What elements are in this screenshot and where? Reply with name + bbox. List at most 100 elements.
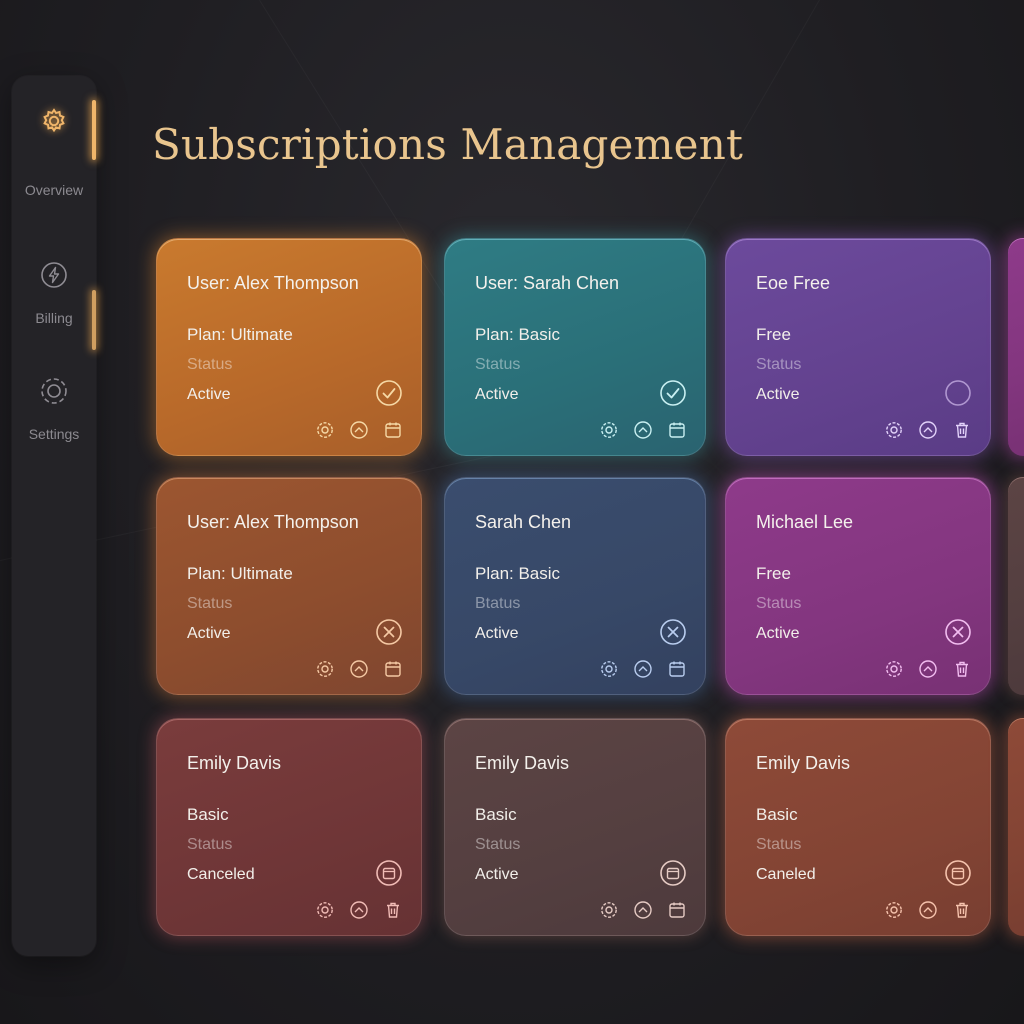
card-plan: Plan: Basic [475,564,561,583]
subscription-card-partial[interactable] [1008,477,1024,695]
x-icon[interactable] [375,618,403,646]
status-label: Status [756,595,802,612]
status-label: Status [475,356,521,373]
card-actions [599,420,687,440]
gear-icon [39,106,69,136]
card-plan: Free [756,564,791,583]
upgrade-icon[interactable] [918,900,938,920]
card-actions [599,900,687,920]
status-label: Status [756,836,802,853]
status-value: Active [475,866,519,883]
calendar-icon[interactable] [375,859,403,887]
subscription-card[interactable]: User: Alex Thompson Plan: Ultimate Statu… [156,238,422,456]
settings-icon[interactable] [884,900,904,920]
calendar-icon[interactable] [667,900,687,920]
card-title: Emily Davis [187,753,282,773]
status-value: Active [475,386,519,403]
settings-icon[interactable] [315,900,335,920]
sidebar-item-label: Billing [35,310,73,326]
calendar-icon[interactable] [667,420,687,440]
card-actions [315,659,403,679]
upgrade-icon[interactable] [349,659,369,679]
subscription-card[interactable]: Eoe Free Free Status Active [725,238,991,456]
trash-icon[interactable] [952,900,972,920]
page-title: Subscriptions Management [152,120,744,169]
settings-icon[interactable] [884,659,904,679]
status-label: Btatus [475,595,521,612]
card-plan: Plan: Basic [475,325,561,344]
card-title: User: Alex Thompson [187,512,359,532]
subscription-card[interactable]: Emily Davis Basic Status Caneled [725,718,991,936]
empty-circle-icon[interactable] [944,379,972,407]
card-actions [884,659,972,679]
calendar-icon[interactable] [667,659,687,679]
sidebar-item-settings[interactable]: Settings [12,376,96,442]
status-value: Active [187,386,231,403]
calendar-icon[interactable] [659,859,687,887]
upgrade-icon[interactable] [633,900,653,920]
subscription-card[interactable]: User: Sarah Chen Plan: Basic Status Acti… [444,238,706,456]
sidebar-item-billing[interactable]: Billing [12,260,96,326]
settings-cog-icon [39,376,69,406]
settings-icon[interactable] [599,420,619,440]
subscription-card[interactable]: Sarah Chen Plan: Basic Btatus Active [444,477,706,695]
status-label: Status [756,356,802,373]
card-actions [599,659,687,679]
card-actions [884,420,972,440]
upgrade-icon[interactable] [918,420,938,440]
settings-icon[interactable] [599,659,619,679]
settings-icon[interactable] [315,659,335,679]
card-title: Emily Davis [756,753,851,773]
status-value: Active [756,386,800,403]
status-value: Active [187,625,231,642]
settings-icon[interactable] [315,420,335,440]
x-icon[interactable] [659,618,687,646]
card-actions [315,420,403,440]
settings-icon[interactable] [599,900,619,920]
subscription-card[interactable]: Emily Davis Basic Status Canceled [156,718,422,936]
lightning-icon [39,260,69,290]
sidebar-item-overview[interactable]: Overview [12,106,96,198]
trash-icon[interactable] [952,420,972,440]
status-value: Active [756,625,800,642]
settings-icon[interactable] [884,420,904,440]
card-title: Michael Lee [756,512,854,532]
card-plan: Basic [475,805,517,824]
check-icon[interactable] [659,379,687,407]
calendar-icon[interactable] [383,659,403,679]
upgrade-icon[interactable] [633,659,653,679]
subscription-card-partial[interactable] [1008,718,1024,936]
trash-icon[interactable] [383,900,403,920]
subscription-card[interactable]: User: Alex Thompson Plan: Ultimate Statu… [156,477,422,695]
calendar-icon[interactable] [944,859,972,887]
sidebar: Overview Billing Settings [12,76,96,956]
status-label: Status [187,595,233,612]
upgrade-icon[interactable] [633,420,653,440]
card-actions [315,900,403,920]
upgrade-icon[interactable] [349,420,369,440]
subscription-card[interactable]: Michael Lee Free Status Active [725,477,991,695]
status-label: Status [187,356,233,373]
sidebar-item-label: Overview [24,182,84,198]
x-icon[interactable] [944,618,972,646]
sidebar-item-label: Settings [28,426,80,442]
subscription-card[interactable]: Emily Davis Basic Status Active [444,718,706,936]
upgrade-icon[interactable] [349,900,369,920]
status-value: Caneled [756,866,816,883]
billing-indicator [92,290,96,350]
status-value: Canceled [187,866,255,883]
status-label: Status [187,836,233,853]
subscription-card-partial[interactable] [1008,238,1024,456]
card-title: Sarah Chen [475,512,572,532]
card-plan: Plan: Ultimate [187,325,293,344]
calendar-icon[interactable] [383,420,403,440]
card-title: User: Alex Thompson [187,273,359,293]
check-icon[interactable] [375,379,403,407]
card-plan: Free [756,325,791,344]
status-label: Status [475,836,521,853]
upgrade-icon[interactable] [918,659,938,679]
trash-icon[interactable] [952,659,972,679]
card-plan: Plan: Ultimate [187,564,293,583]
card-title: Emily Davis [475,753,570,773]
card-plan: Basic [187,805,229,824]
